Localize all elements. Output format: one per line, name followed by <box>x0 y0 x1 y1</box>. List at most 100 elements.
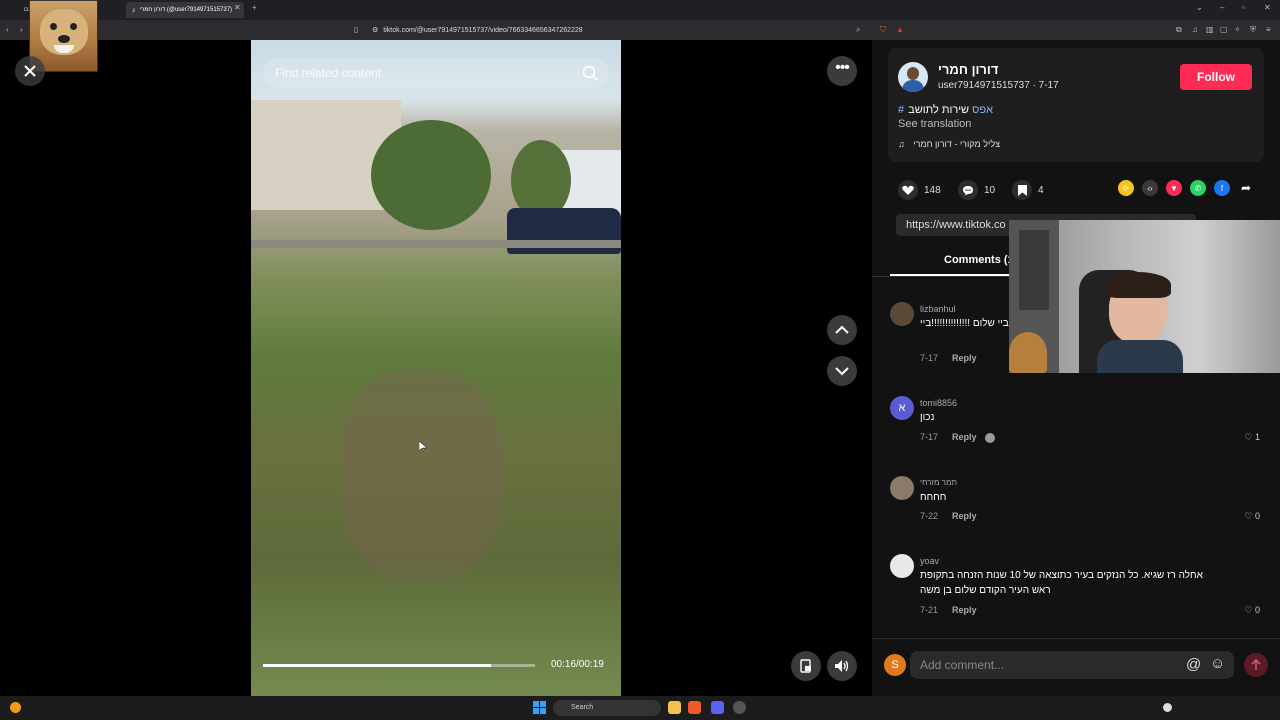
emoji-icon[interactable]: ☺ <box>1210 655 1225 672</box>
webcam-shirt <box>1097 340 1183 373</box>
picture-in-picture-button[interactable] <box>791 651 821 681</box>
discord-icon[interactable] <box>711 701 724 714</box>
tiktok-icon: ♪ <box>132 6 136 14</box>
forward-icon[interactable]: › <box>20 20 23 40</box>
tab-label: דורון חמרי (@user7914971515737) <box>139 7 233 13</box>
reply-button[interactable]: Reply <box>952 432 977 442</box>
mention-icon[interactable]: @ <box>1186 656 1201 673</box>
previous-video-button[interactable] <box>827 315 857 345</box>
close-video-button[interactable] <box>15 56 45 86</box>
next-video-button[interactable] <box>827 356 857 386</box>
comment-meta: 7-17 Reply <box>920 432 995 443</box>
embed-icon[interactable]: ‹› <box>1142 180 1158 196</box>
comment-like-count: 0 <box>1254 605 1260 615</box>
wallet-icon[interactable]: ▢ <box>1220 20 1228 40</box>
video-progress-bar[interactable] <box>263 664 535 667</box>
comment-avatar[interactable] <box>890 554 914 578</box>
comment-avatar[interactable] <box>890 302 914 326</box>
arrow-up-icon <box>1251 659 1261 670</box>
sound-name: צליל מקורי - דורון חמרי <box>913 139 1000 149</box>
new-tab-icon[interactable]: + <box>252 0 257 18</box>
like-stat[interactable]: 148 <box>898 180 941 200</box>
bookmark-icon[interactable]: ▯ <box>354 20 358 40</box>
url-text: tiktok.com/@user7914971515737/video/7663… <box>383 26 583 34</box>
close-tab-icon[interactable]: ✕ <box>234 0 241 18</box>
comment-username[interactable]: lizbanhul <box>920 304 956 314</box>
comment-avatar[interactable] <box>890 476 914 500</box>
shield-icon[interactable]: ⛨ <box>1250 20 1256 40</box>
comment-text: אחלה רז שגיא. כל הנזקים בעיר כתוצאה של 1… <box>920 570 1203 596</box>
comment-date: 7-22 <box>920 511 939 521</box>
file-explorer-icon[interactable] <box>668 701 681 714</box>
heart-outline-icon: ♡ <box>1244 511 1255 521</box>
save-stat[interactable]: 4 <box>1012 180 1044 200</box>
comment-username[interactable]: yoav <box>920 556 939 566</box>
comment-like[interactable]: ♡ 0 <box>1244 511 1260 522</box>
repost-icon[interactable]: ⟳ <box>1118 180 1134 196</box>
comment-date: 7-17 <box>920 353 939 363</box>
follow-button[interactable]: Follow <box>1180 64 1252 90</box>
scene-dirt-path <box>341 370 501 580</box>
url-field[interactable]: ⚙ tiktok.com/@user7914971515737/video/76… <box>372 23 872 37</box>
volume-button[interactable] <box>827 651 857 681</box>
share-arrow-icon[interactable]: ➦ <box>1238 180 1254 196</box>
cloud-icon[interactable] <box>1163 703 1172 712</box>
send-icon[interactable]: ▼ <box>1166 180 1182 196</box>
windows-taskbar: Search <box>0 696 1280 720</box>
video-player[interactable]: Find related content 00:16/00:19 <box>251 40 621 696</box>
comment-avatar[interactable]: א <box>890 396 914 420</box>
related-search-box[interactable]: Find related content <box>263 58 609 88</box>
close-window-icon[interactable]: ✕ <box>1264 0 1271 18</box>
start-button[interactable] <box>533 701 546 719</box>
more-options-button[interactable]: ••• <box>827 56 857 86</box>
windows-icon <box>533 701 546 714</box>
video-progress-fill <box>263 664 492 667</box>
extensions-icon[interactable]: ⧉ <box>1176 20 1182 40</box>
brave-shield-icon[interactable]: ⛉ <box>880 20 886 40</box>
save-count: 4 <box>1038 184 1044 196</box>
comment-like[interactable]: ♡ 1 <box>1244 432 1260 443</box>
minimize-icon[interactable]: – <box>1220 0 1224 18</box>
author-display-name[interactable]: דורון חמרי <box>938 62 998 77</box>
pip-icon <box>800 659 811 673</box>
reply-button[interactable]: Reply <box>952 605 977 615</box>
comment-username[interactable]: תמר מזרחי <box>920 478 957 487</box>
reply-button[interactable]: Reply <box>952 511 977 521</box>
chevron-down-icon <box>835 367 849 376</box>
see-translation-link[interactable]: See translation <box>898 118 971 130</box>
author-username-date: user7914971515737 · 7-17 <box>938 80 1059 91</box>
zoom-icon[interactable]: ⌕ <box>856 20 860 40</box>
browser-tab-active[interactable]: ♪ דורון חמרי (@user7914971515737) <box>126 2 244 18</box>
comment-meta: 7-17 Reply <box>920 353 977 363</box>
heart-outline-icon: ♡ <box>1244 432 1255 442</box>
taskbar-search[interactable]: Search <box>553 700 661 716</box>
facebook-icon[interactable]: f <box>1214 180 1230 196</box>
brave-browser-icon[interactable] <box>688 701 701 714</box>
comment-placeholder: Add comment... <box>920 658 1005 672</box>
scene-road <box>251 240 621 248</box>
weather-icon[interactable] <box>10 702 21 713</box>
music-note-icon: ♫ <box>898 139 905 149</box>
media-icon[interactable]: ♫ <box>1192 20 1198 40</box>
tab-comments[interactable]: Comments (1 <box>944 254 1014 266</box>
back-icon[interactable]: ‹ <box>6 20 9 40</box>
author-avatar[interactable] <box>898 62 928 92</box>
comment-like[interactable]: ♡ 0 <box>1244 605 1260 616</box>
search-icon[interactable] <box>581 64 599 82</box>
comment-like-count: 1 <box>1254 432 1260 442</box>
reply-button[interactable]: Reply <box>952 353 977 363</box>
vpn-icon[interactable]: ✧ <box>1234 20 1241 40</box>
comment-username[interactable]: tomi8856 <box>920 398 957 408</box>
post-comment-button[interactable] <box>1244 653 1268 677</box>
user-avatar[interactable]: S <box>884 654 906 676</box>
comment-item: תמר מזרחי חחחח 7-22 Reply ♡ 0 <box>890 476 1262 536</box>
comment-stat[interactable]: 10 <box>958 180 995 200</box>
maximize-icon[interactable]: ▫ <box>1242 0 1245 18</box>
tab-list-icon[interactable]: ⌄ <box>1196 0 1203 18</box>
menu-icon[interactable]: ≡ <box>1266 20 1271 40</box>
sound-row[interactable]: ♫ צליל מקורי - דורון חמרי <box>898 139 1000 149</box>
obs-icon[interactable] <box>733 701 746 714</box>
whatsapp-icon[interactable]: ✆ <box>1190 180 1206 196</box>
rewards-icon[interactable]: ▲ <box>896 20 904 40</box>
sidebar-icon[interactable]: ▥ <box>1206 20 1214 40</box>
